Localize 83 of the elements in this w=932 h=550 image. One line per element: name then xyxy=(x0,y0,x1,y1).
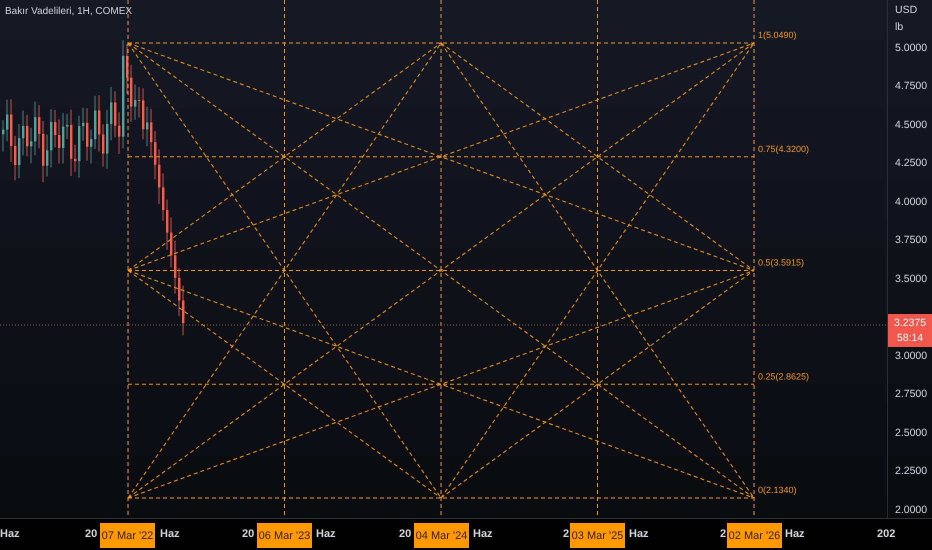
candle xyxy=(134,84,136,120)
price-tick-label: 3.0000 xyxy=(895,350,928,362)
candle xyxy=(118,112,120,154)
candle xyxy=(6,99,8,142)
price-tick-label: 2.2500 xyxy=(895,465,928,478)
price-tick-label: 4.0000 xyxy=(895,196,928,208)
candle xyxy=(162,172,164,222)
candle xyxy=(82,107,84,142)
chart-title: Bakır Vadelileri, 1H, COMEX xyxy=(5,6,132,17)
level-label: 0.5(3.5915) xyxy=(758,258,804,268)
candle xyxy=(150,108,152,157)
candle xyxy=(2,120,4,152)
candle xyxy=(34,101,36,156)
candle xyxy=(66,113,68,140)
price-tick-label: 3.5000 xyxy=(895,272,928,285)
candle xyxy=(110,86,112,141)
candle xyxy=(138,86,140,118)
candle xyxy=(182,285,184,336)
date-marker: 07 Mar '22 xyxy=(100,523,155,548)
level-label: 1(5.0490) xyxy=(758,30,797,40)
candle xyxy=(90,129,92,164)
candle xyxy=(142,88,144,140)
currency-label: USD xyxy=(895,4,918,16)
candle xyxy=(38,104,40,149)
price-tick-label: 5.0000 xyxy=(895,42,928,54)
candle xyxy=(130,64,132,122)
candle xyxy=(42,120,44,183)
candle xyxy=(114,90,116,138)
candle xyxy=(174,240,176,294)
candle xyxy=(14,135,16,181)
time-tick-label: Haz xyxy=(785,528,805,540)
candle xyxy=(146,106,148,147)
price-tick-label: 2.7500 xyxy=(895,388,928,400)
unit-label: lb xyxy=(895,21,904,33)
date-marker: 02 Mar '26 xyxy=(727,523,782,548)
price-tick-label: 4.5000 xyxy=(895,118,928,131)
level-label: 0.75(4.3200) xyxy=(758,144,810,154)
price-tick-label: 4.7500 xyxy=(895,80,928,92)
candle xyxy=(78,115,80,178)
time-tick-label: 20 xyxy=(85,528,98,540)
time-tick-label: Haz xyxy=(473,528,493,540)
price-tick-label: 2.5000 xyxy=(895,426,928,439)
candle xyxy=(74,144,76,172)
candle xyxy=(154,130,156,180)
candle xyxy=(126,43,128,94)
candle xyxy=(70,108,72,176)
time-tick-label: Haz xyxy=(0,528,20,540)
candle xyxy=(98,94,100,152)
candle xyxy=(10,98,12,163)
time-tick-label: Haz xyxy=(316,528,336,540)
candle xyxy=(30,127,32,164)
candle xyxy=(86,108,88,162)
price-tick-label: 4.2500 xyxy=(895,157,928,170)
time-tick-label: 2 xyxy=(720,528,726,540)
date-marker: 06 Mar '23 xyxy=(257,523,312,548)
time-tick-label: 202 xyxy=(877,528,896,540)
price-tick-label: 3.7500 xyxy=(895,234,928,246)
candle xyxy=(22,110,24,156)
candle xyxy=(54,110,56,148)
time-tick-label: Haz xyxy=(160,528,180,540)
candle xyxy=(50,108,52,168)
time-tick-label: Haz xyxy=(629,528,649,540)
candle xyxy=(102,124,104,168)
candle xyxy=(58,118,60,164)
candle xyxy=(62,112,64,164)
date-marker: 03 Mar '25 xyxy=(570,523,625,548)
candle xyxy=(106,109,108,170)
last-price-label: 3.2375 58:14 xyxy=(888,314,932,347)
time-tick-label: 2 xyxy=(563,528,570,540)
time-tick-label: 20 xyxy=(399,528,412,540)
candle xyxy=(26,114,28,157)
level-label: 0.25(2.8625) xyxy=(758,371,810,382)
candle xyxy=(166,199,168,250)
level-label: 0(2.1340) xyxy=(758,485,797,495)
price-tick-label: 2.0000 xyxy=(895,504,928,516)
candle xyxy=(178,268,180,317)
candle xyxy=(94,95,96,150)
date-marker: 04 Mar '24 xyxy=(414,523,469,548)
time-tick-label: 20 xyxy=(242,528,254,540)
candle xyxy=(46,134,48,177)
candle xyxy=(170,216,172,268)
candle xyxy=(158,148,160,204)
candle xyxy=(18,124,20,179)
